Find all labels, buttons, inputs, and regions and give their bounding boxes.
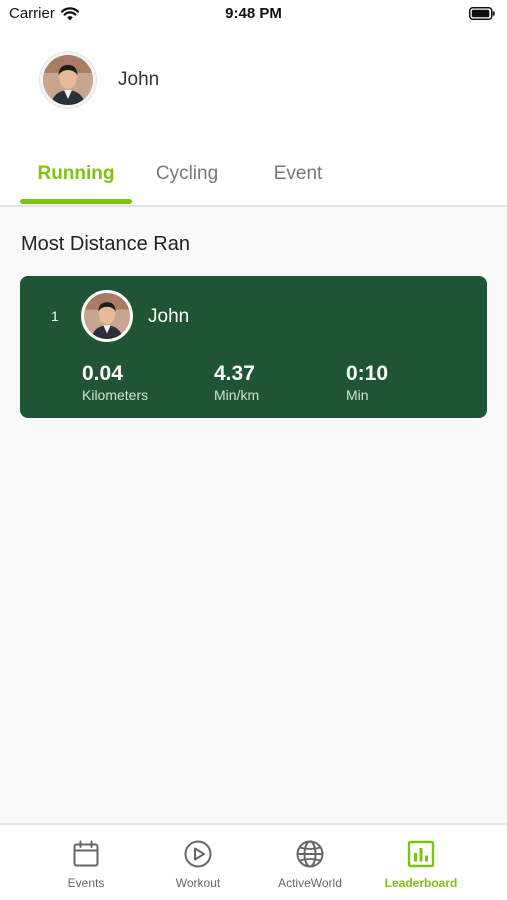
nav-label: ActiveWorld [278, 876, 342, 890]
stat-pace: 4.37 Min/km [214, 362, 260, 404]
stat-label: Min/km [214, 387, 260, 403]
nav-label: Events [67, 876, 105, 890]
stat-label: Min [346, 387, 369, 403]
calendar-icon [73, 840, 99, 867]
stat-label: Kilometers [82, 387, 149, 403]
tab-event[interactable]: Event [243, 163, 353, 185]
stat-duration: 0:10 Min [346, 362, 389, 404]
active-tab-indicator [20, 199, 132, 204]
nav-leaderboard[interactable]: Leaderboard [366, 839, 476, 890]
stat-value: 0:10 [346, 362, 389, 385]
screen: Carrier 9:48 PM John Running Cycling Eve… [0, 0, 507, 900]
status-time: 9:48 PM [225, 5, 282, 22]
status-bar: Carrier 9:48 PM [0, 0, 507, 28]
tab-cycling[interactable]: Cycling [132, 163, 242, 185]
nav-activeworld[interactable]: ActiveWorld [255, 839, 365, 890]
rank-number: 1 [51, 308, 59, 324]
nav-label: Workout [175, 876, 221, 890]
profile-header[interactable]: John [40, 52, 159, 108]
avatar[interactable] [40, 52, 96, 108]
stat-distance: 0.04 Kilometers [82, 362, 149, 404]
nav-workout[interactable]: Workout [143, 839, 253, 890]
user-photo-icon [84, 293, 130, 339]
nav-events[interactable]: Events [31, 839, 141, 890]
stat-value: 4.37 [214, 362, 255, 385]
play-circle-icon [184, 840, 212, 868]
bottom-tab-bar: Events Workout ActiveWorld Leaderboard [0, 823, 507, 900]
sport-tabs: Running Cycling Event [0, 150, 507, 207]
nav-label: Leaderboard [384, 876, 458, 890]
globe-icon [296, 840, 324, 868]
stat-value: 0.04 [82, 362, 123, 385]
user-photo-icon [43, 55, 93, 105]
profile-name: John [118, 69, 160, 90]
section-title: Most Distance Ran [21, 233, 190, 255]
avatar [81, 290, 133, 342]
leaderboard-content: Most Distance Ran 1 John 0.04 Kilometers [0, 207, 507, 823]
leaderboard-card[interactable]: 1 John 0.04 Kilometers 4.37 Min/km 0:10 … [20, 276, 487, 418]
leaderboard-user-name: John [148, 306, 190, 327]
bar-chart-icon [407, 840, 435, 868]
tab-running[interactable]: Running [20, 163, 132, 185]
battery-icon [469, 7, 495, 20]
